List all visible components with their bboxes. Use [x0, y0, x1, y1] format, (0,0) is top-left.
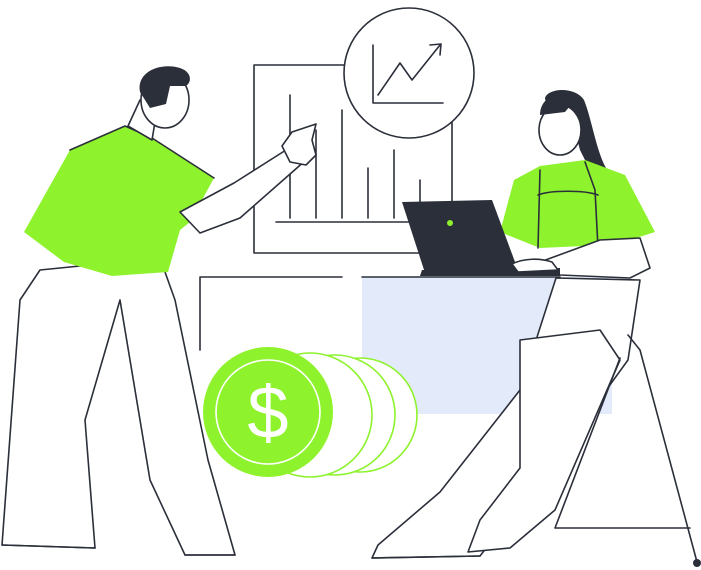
- currency-symbol: $: [247, 371, 288, 454]
- man-shirt: [24, 126, 214, 276]
- desk-outline: [199, 276, 343, 351]
- trend-up-icon: [343, 7, 475, 139]
- woman-shirt: [500, 160, 655, 248]
- dollar-coin-icon: $: [203, 347, 333, 477]
- business-growth-illustration: $: [1, 7, 701, 567]
